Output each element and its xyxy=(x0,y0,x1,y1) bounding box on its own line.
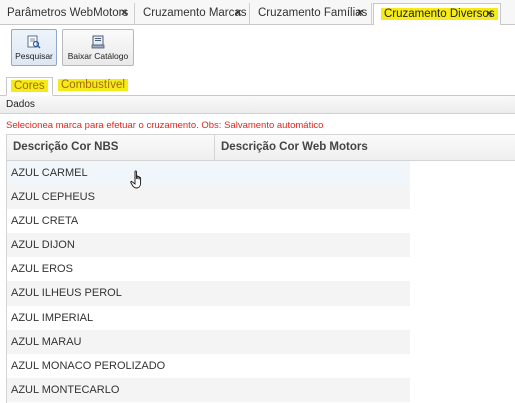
tab-cruzamento-diversos[interactable]: Cruzamento Diversos × xyxy=(373,3,501,26)
table-row[interactable]: AZUL CEPHEUS xyxy=(7,185,410,210)
hand-cursor-icon xyxy=(130,170,142,189)
close-icon[interactable]: × xyxy=(121,3,127,23)
subtab-label: Combustível xyxy=(58,79,128,91)
table-row[interactable]: AZUL MONACO PEROLIZADO xyxy=(7,354,410,378)
subtab-label: Cores xyxy=(11,80,48,92)
table-row[interactable]: AZUL ILHEUS PEROL xyxy=(7,281,410,306)
info-message: Selecionea marca para efetuar o cruzamen… xyxy=(6,120,324,131)
close-icon[interactable]: × xyxy=(235,3,241,23)
panel-title: Dados xyxy=(0,96,515,114)
sub-tab-strip: Cores Combustível xyxy=(0,72,515,96)
main-tab-strip: Parâmetros WebMotors × Cruzamento Marcas… xyxy=(0,0,515,26)
tab-label: Cruzamento Diversos xyxy=(381,8,498,20)
tab-cruzamento-familias[interactable]: Cruzamento Famílias × xyxy=(251,3,372,25)
column-header-cor-nbs[interactable]: Descrição Cor NBS xyxy=(7,135,215,161)
data-grid: Descrição Cor NBS Descrição Cor Web Moto… xyxy=(6,134,515,403)
table-row[interactable]: AZUL MONTECARLO xyxy=(7,377,410,402)
grid-body: AZUL CARMEL AZUL CEPHEUS AZUL CRETA AZUL… xyxy=(7,161,410,402)
search-document-icon xyxy=(27,35,41,49)
pesquisar-label: Pesquisar xyxy=(15,51,53,61)
subtab-cores[interactable]: Cores xyxy=(6,77,53,96)
pesquisar-button[interactable]: Pesquisar xyxy=(11,29,57,66)
tab-parametros-webmotors[interactable]: Parâmetros WebMotors × xyxy=(0,3,135,25)
table-row[interactable]: AZUL CRETA xyxy=(7,209,410,233)
tab-label: Parâmetros WebMotors xyxy=(7,7,129,19)
table-row[interactable]: AZUL CARMEL xyxy=(7,161,410,186)
close-icon[interactable]: × xyxy=(357,3,363,23)
tab-label: Cruzamento Marcas xyxy=(143,7,247,19)
baixar-catalogo-button[interactable]: Baixar Catálogo xyxy=(62,29,134,66)
tab-label: Cruzamento Famílias xyxy=(258,7,368,19)
table-row[interactable]: AZUL IMPERIAL xyxy=(7,306,410,330)
column-header-cor-webmotors[interactable]: Descrição Cor Web Motors xyxy=(215,135,515,161)
table-row[interactable]: AZUL MARAU xyxy=(7,329,410,354)
table-row[interactable]: AZUL EROS xyxy=(7,257,410,281)
download-catalog-icon xyxy=(91,35,105,49)
toolbar: Pesquisar Baixar Catálogo xyxy=(0,25,515,72)
tab-cruzamento-marcas[interactable]: Cruzamento Marcas × xyxy=(136,3,250,25)
close-icon[interactable]: × xyxy=(486,4,492,24)
subtab-combustivel[interactable]: Combustível xyxy=(54,77,132,96)
table-row[interactable]: AZUL DIJON xyxy=(7,233,410,258)
grid-header: Descrição Cor NBS Descrição Cor Web Moto… xyxy=(7,135,515,161)
baixar-catalogo-label: Baixar Catálogo xyxy=(67,51,129,61)
